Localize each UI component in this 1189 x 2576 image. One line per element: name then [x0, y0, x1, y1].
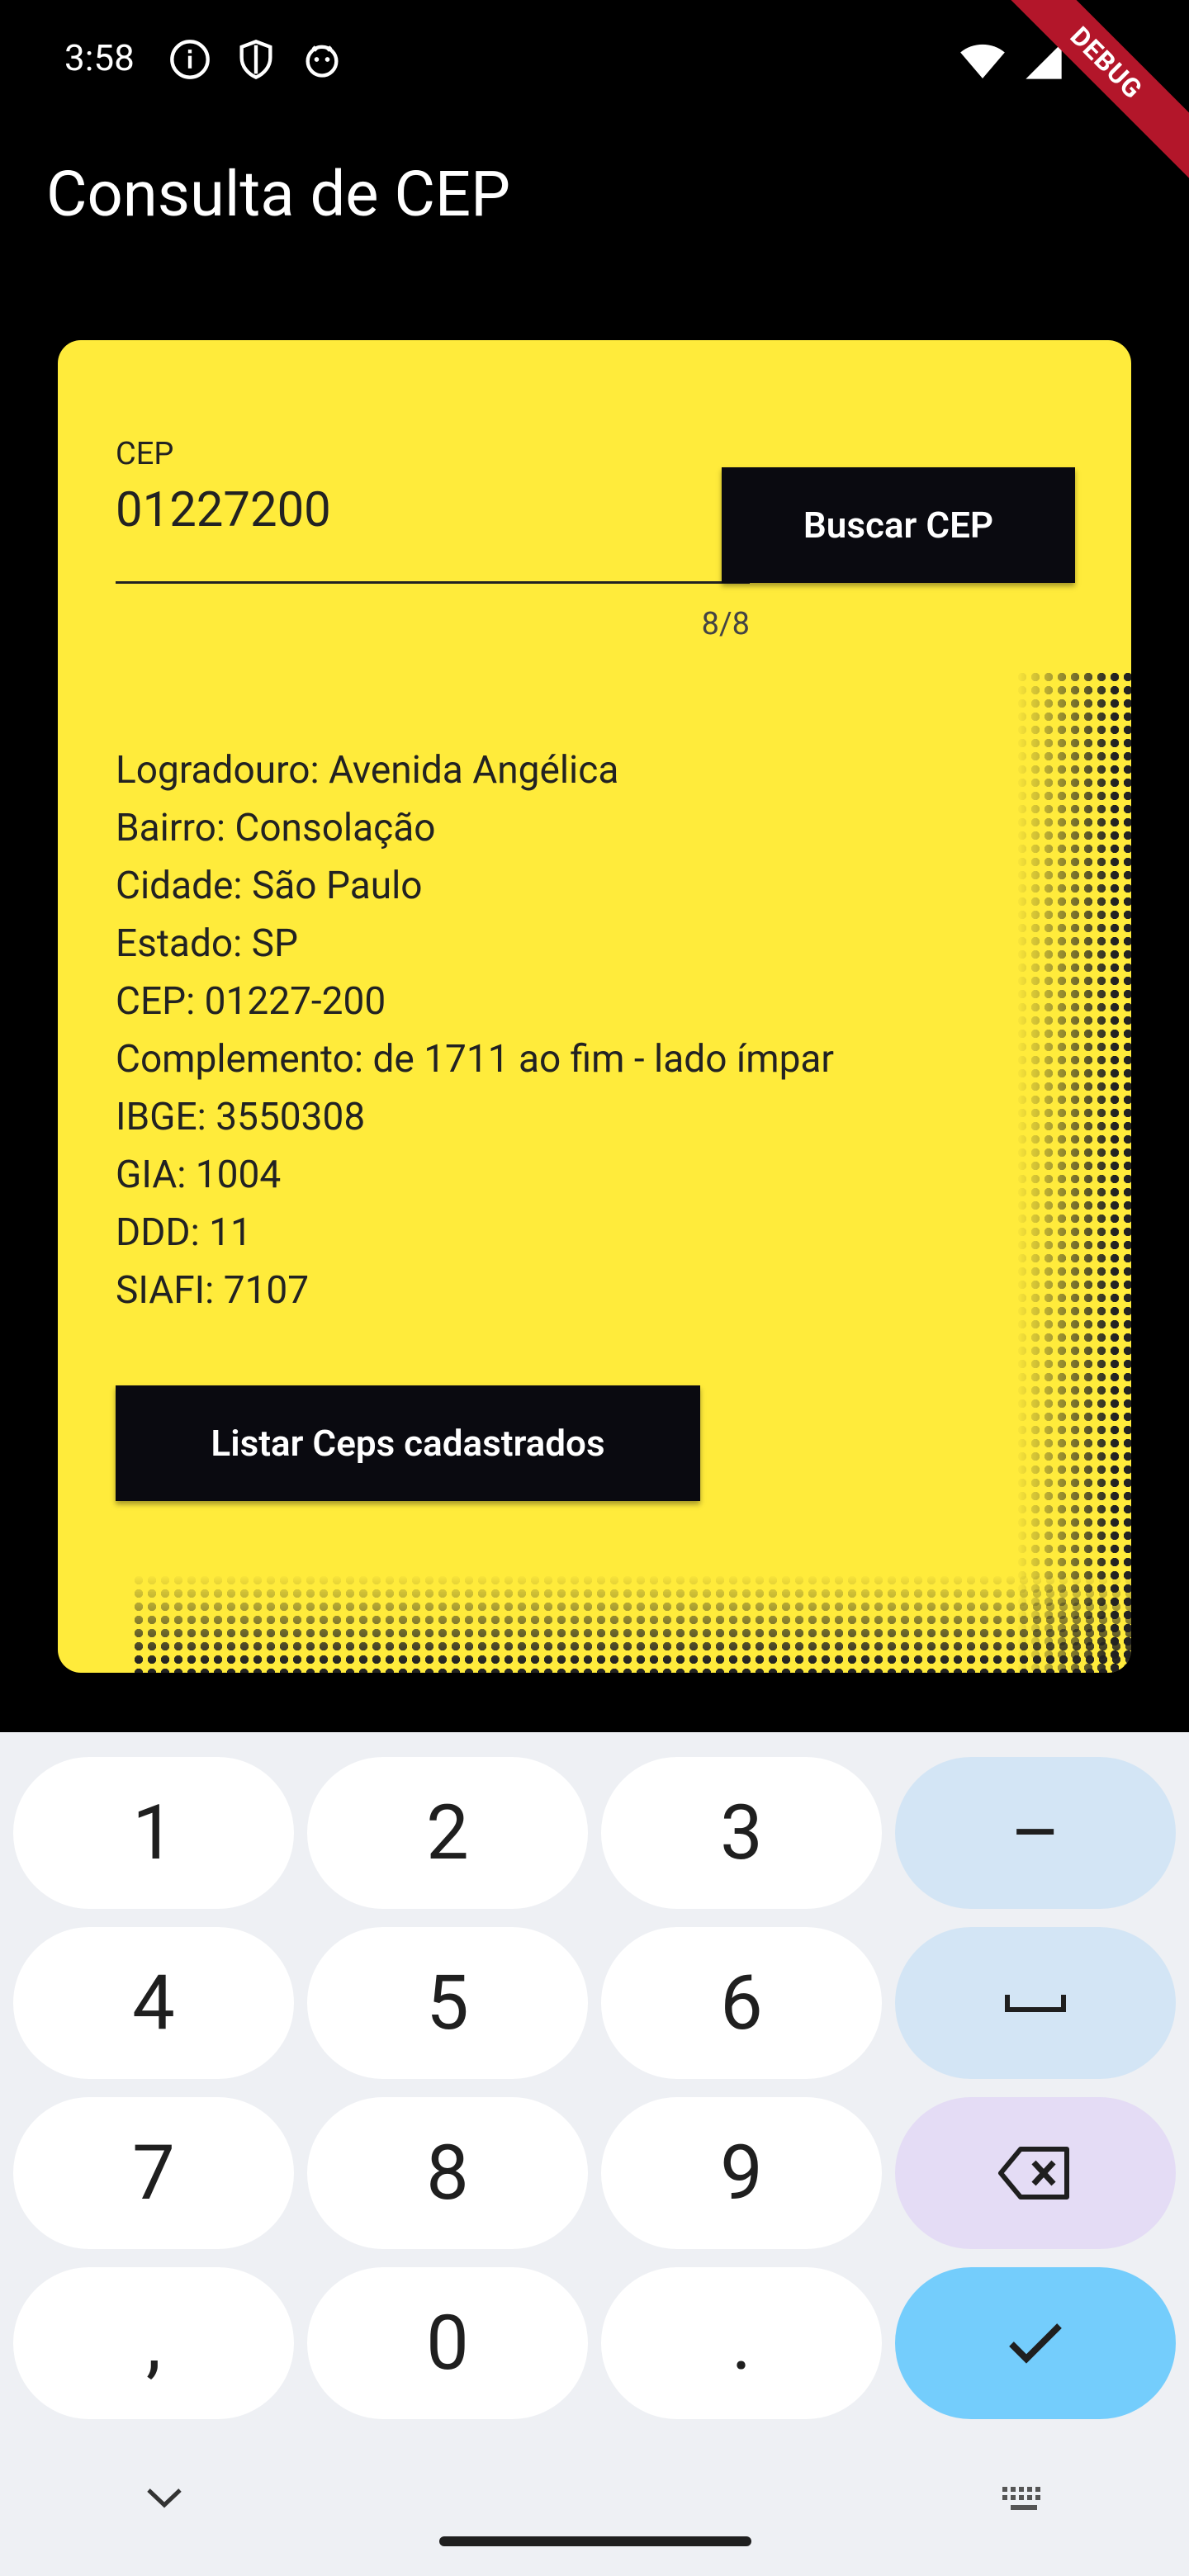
key-6[interactable]: 6 [601, 1927, 882, 2079]
detail-siafi: SIAFI: 7107 [116, 1268, 310, 1313]
halftone-decoration-bottom [132, 1574, 1131, 1673]
address-details: Logradouro: Avenida Angélica Bairro: Con… [116, 741, 834, 1319]
list-ceps-button[interactable]: Listar Ceps cadastrados [116, 1385, 700, 1501]
key-8[interactable]: 8 [307, 2097, 588, 2249]
info-icon [170, 40, 210, 79]
key-9[interactable]: 9 [601, 2097, 882, 2249]
page-title: Consulta de CEP [46, 157, 511, 231]
key-0[interactable]: 0 [307, 2267, 588, 2419]
cep-card: CEP 01227200 8/8 Buscar CEP Logradouro: … [58, 340, 1131, 1673]
detail-estado: Estado: SP [116, 921, 299, 966]
key-1[interactable]: 1 [13, 1757, 294, 1909]
key-comma[interactable]: , [13, 2267, 294, 2419]
android-debug-icon [306, 45, 339, 78]
cep-field-label: CEP [116, 436, 174, 472]
backspace-icon [998, 2147, 1069, 2200]
cep-char-counter: 8/8 [701, 606, 750, 642]
key-space[interactable] [895, 1927, 1176, 2079]
numeric-keyboard: 1 2 3 – 4 5 6 7 8 9 , 0 . [0, 1732, 1189, 2576]
cep-input-underline [116, 581, 750, 584]
shield-icon [239, 40, 272, 80]
detail-ddd: DDD: 11 [116, 1210, 252, 1255]
cep-input[interactable]: 01227200 [116, 482, 331, 538]
key-done[interactable] [895, 2267, 1176, 2419]
detail-cep: CEP: 01227-200 [116, 979, 386, 1024]
debug-banner: DEBUG [1007, 0, 1189, 182]
key-backspace[interactable] [895, 2097, 1176, 2249]
key-7[interactable]: 7 [13, 2097, 294, 2249]
notification-icons [168, 38, 343, 81]
detail-bairro: Bairro: Consolação [116, 806, 436, 850]
key-5[interactable]: 5 [307, 1927, 588, 2079]
detail-complemento: Complemento: de 1711 ao fim - lado ímpar [116, 1037, 835, 1082]
detail-gia: GIA: 1004 [116, 1153, 282, 1197]
wifi-icon [960, 44, 1005, 78]
space-bar-icon [1005, 1995, 1066, 2012]
search-cep-button[interactable]: Buscar CEP [722, 467, 1075, 583]
status-bar: 3:58 DEBUG [0, 0, 1189, 182]
key-3[interactable]: 3 [601, 1757, 882, 1909]
checkmark-icon [1009, 2323, 1062, 2364]
halftone-decoration-right [1016, 670, 1131, 1673]
home-indicator[interactable] [439, 2536, 751, 2546]
key-2[interactable]: 2 [307, 1757, 588, 1909]
detail-cidade: Cidade: São Paulo [116, 864, 423, 908]
key-period[interactable]: . [601, 2267, 882, 2419]
keyboard-switch-icon[interactable] [1001, 2485, 1047, 2518]
hide-keyboard-chevron-icon[interactable] [145, 2485, 183, 2510]
detail-ibge: IBGE: 3550308 [116, 1095, 366, 1139]
detail-logradouro: Logradouro: Avenida Angélica [116, 748, 619, 793]
status-time: 3:58 [64, 36, 135, 79]
key-4[interactable]: 4 [13, 1927, 294, 2079]
key-dash[interactable]: – [895, 1757, 1176, 1909]
